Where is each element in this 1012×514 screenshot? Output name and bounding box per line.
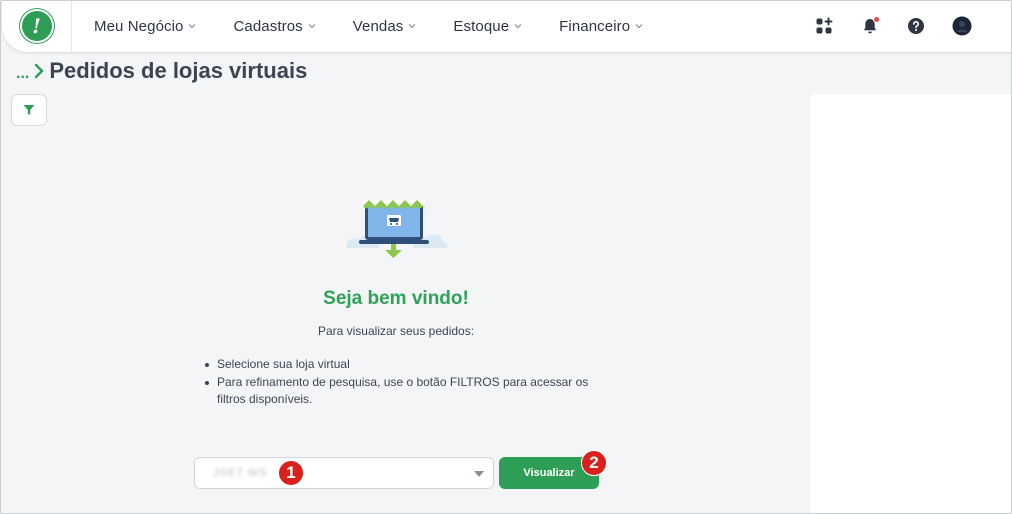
- help-icon[interactable]: [906, 16, 926, 36]
- page-title: Pedidos de lojas virtuais: [49, 58, 308, 83]
- menu-vendas[interactable]: Vendas: [353, 18, 418, 35]
- store-select[interactable]: JSET WS: [194, 457, 494, 489]
- caret-down-icon: [474, 471, 484, 477]
- user-avatar-icon[interactable]: [952, 16, 972, 36]
- store-illustration: [343, 196, 449, 262]
- list-item: Selecione sua loja virtual: [204, 356, 604, 373]
- menu-label: Vendas: [352, 17, 404, 35]
- bell-icon[interactable]: [860, 16, 880, 36]
- breadcrumb: ... Pedidos de lojas virtuais: [16, 58, 307, 84]
- filter-button[interactable]: [11, 94, 47, 126]
- details-panel: [810, 94, 1012, 514]
- chevron-down-icon: [514, 24, 522, 29]
- welcome-subtitle: Para visualizar seus pedidos:: [317, 324, 475, 338]
- chevron-right-icon: [35, 63, 44, 79]
- chevron-down-icon: [408, 24, 416, 29]
- menu-meu-negocio[interactable]: Meu Negócio: [94, 18, 197, 35]
- menu-financeiro[interactable]: Financeiro: [559, 18, 644, 35]
- instructions-list: Selecione sua loja virtual Para refiname…: [204, 356, 604, 409]
- logo-area: !: [2, 0, 72, 52]
- menu-label: Financeiro: [559, 17, 631, 35]
- breadcrumb-ellipsis[interactable]: ...: [16, 65, 29, 83]
- step-marker-1: 1: [278, 460, 304, 486]
- step-marker-2: 2: [581, 450, 607, 476]
- menu-label: Estoque: [453, 17, 510, 35]
- menu-label: Cadastros: [233, 17, 303, 35]
- main-menu: Meu Negócio Cadastros Vendas Estoque Fin…: [94, 18, 680, 35]
- app-logo[interactable]: !: [19, 9, 54, 43]
- header-actions: [814, 0, 972, 52]
- filter-icon: [23, 105, 35, 115]
- chevron-down-icon: [188, 24, 196, 29]
- store-select-value: JSET WS: [213, 467, 268, 479]
- menu-label: Meu Negócio: [94, 17, 184, 35]
- chevron-down-icon: [635, 24, 643, 29]
- apps-grid-icon[interactable]: [814, 16, 834, 36]
- welcome-title: Seja bem vindo!: [323, 288, 469, 309]
- menu-estoque[interactable]: Estoque: [453, 18, 523, 35]
- menu-cadastros[interactable]: Cadastros: [233, 18, 316, 35]
- chevron-down-icon: [308, 24, 316, 29]
- notification-badge: [873, 16, 880, 23]
- list-item: Para refinamento de pesquisa, use o botã…: [204, 374, 594, 408]
